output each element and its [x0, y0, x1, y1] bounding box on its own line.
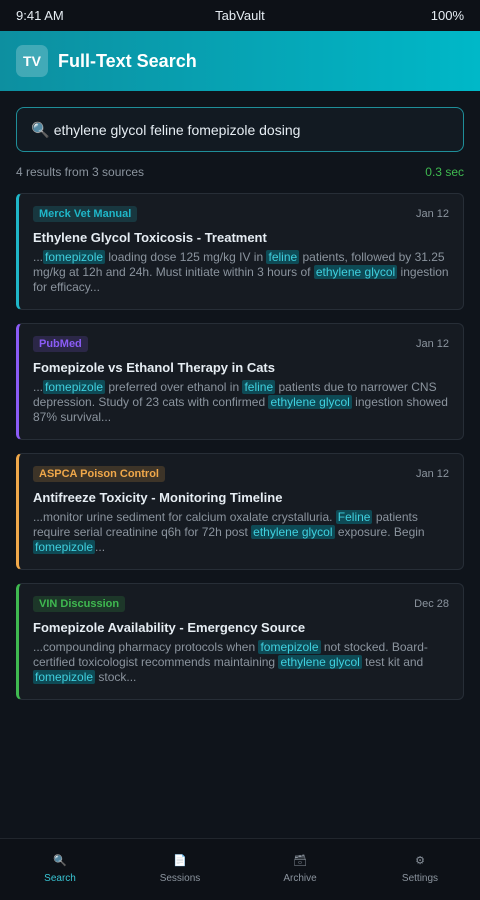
nav-label: Settings [401, 873, 439, 884]
highlight-term: fomepizole [258, 640, 321, 654]
source-badge: ASPCA Poison Control [33, 466, 165, 482]
highlight-term: fomepizole [43, 250, 106, 264]
highlight-term: ethylene glycol [268, 395, 352, 409]
search-input[interactable] [53, 121, 449, 138]
search-icon: 🔍 [53, 855, 67, 867]
source-badge: VIN Discussion [33, 596, 126, 612]
result-title: Fomepizole vs Ethanol Therapy in Cats [33, 360, 275, 375]
result-snippet: ... fomepizole preferred over ethanol in … [33, 380, 448, 424]
result-date: Dec 28 [414, 598, 449, 610]
highlight-term: feline [266, 250, 300, 264]
highlight-term: fomepizole [43, 380, 106, 394]
result-card[interactable]: ASPCA Poison Control Jan 12 Antifreeze T… [16, 453, 464, 570]
status-battery: 100% [430, 8, 464, 23]
highlight-term: fomepizole [33, 670, 96, 684]
nav-label: Archive [283, 873, 317, 884]
source-badge: PubMed [33, 336, 88, 352]
nav-archive[interactable]: 🗃 Archive [240, 839, 360, 900]
search-icon: 🔍 [31, 121, 50, 139]
archive-icon: 🗃 [293, 855, 307, 867]
result-card[interactable]: VIN Discussion Dec 28 Fomepizole Availab… [16, 583, 464, 700]
result-card[interactable]: PubMed Jan 12 Fomepizole vs Ethanol Ther… [16, 323, 464, 440]
status-time: 9:41 AM [16, 8, 64, 23]
nav-label: Sessions [159, 873, 201, 884]
highlight-term: ethylene glycol [278, 655, 362, 669]
result-snippet: ...compounding pharmacy protocols when f… [33, 640, 428, 684]
highlight-term: Feline [335, 510, 373, 524]
bottom-nav: 🔍 Search 📄 Sessions 🗃 Archive ⚙ Settings [0, 838, 480, 900]
nav-sessions[interactable]: 📄 Sessions [120, 839, 240, 900]
nav-settings[interactable]: ⚙ Settings [360, 839, 480, 900]
result-date: Jan 12 [415, 338, 449, 350]
search-elapsed: 0.3 sec [425, 165, 464, 179]
app-header: TV Full-Text Search [0, 31, 480, 91]
result-date: Jan 12 [415, 468, 449, 480]
result-snippet: ... fomepizole loading dose 125 mg/kg IV … [33, 250, 449, 294]
result-title: Fomepizole Availability - Emergency Sour… [33, 620, 306, 635]
status-app-name: TabVault [215, 8, 265, 23]
highlight-term: feline [242, 380, 276, 394]
app-logo: TV [16, 45, 48, 77]
source-badge: Merck Vet Manual [33, 206, 138, 222]
nav-search[interactable]: 🔍 Search [0, 839, 120, 900]
highlight-term: ethylene glycol [313, 265, 398, 279]
results-list: Merck Vet Manual Jan 12 Ethylene Glycol … [0, 179, 480, 700]
result-date: Jan 12 [415, 208, 449, 220]
highlight-term: ethylene glycol [251, 525, 335, 539]
document-icon: 📄 [173, 855, 187, 867]
result-title: Antifreeze Toxicity - Monitoring Timelin… [33, 490, 283, 505]
results-summary: 4 results from 3 sources [16, 165, 145, 179]
result-card[interactable]: Merck Vet Manual Jan 12 Ethylene Glycol … [16, 193, 464, 310]
result-snippet: ...monitor urine sediment for calcium ox… [33, 510, 425, 554]
search-container: 🔍 [0, 91, 480, 152]
search-box[interactable]: 🔍 [16, 107, 464, 152]
result-title: Ethylene Glycol Toxicosis - Treatment [33, 230, 267, 245]
results-meta: 4 results from 3 sources 0.3 sec [0, 165, 480, 179]
nav-label: Search [44, 873, 76, 884]
gear-icon: ⚙ [415, 855, 425, 867]
status-bar: 9:41 AM TabVault 100% [0, 0, 480, 31]
highlight-term: fomepizole [33, 540, 96, 554]
page-title: Full-Text Search [58, 50, 197, 71]
